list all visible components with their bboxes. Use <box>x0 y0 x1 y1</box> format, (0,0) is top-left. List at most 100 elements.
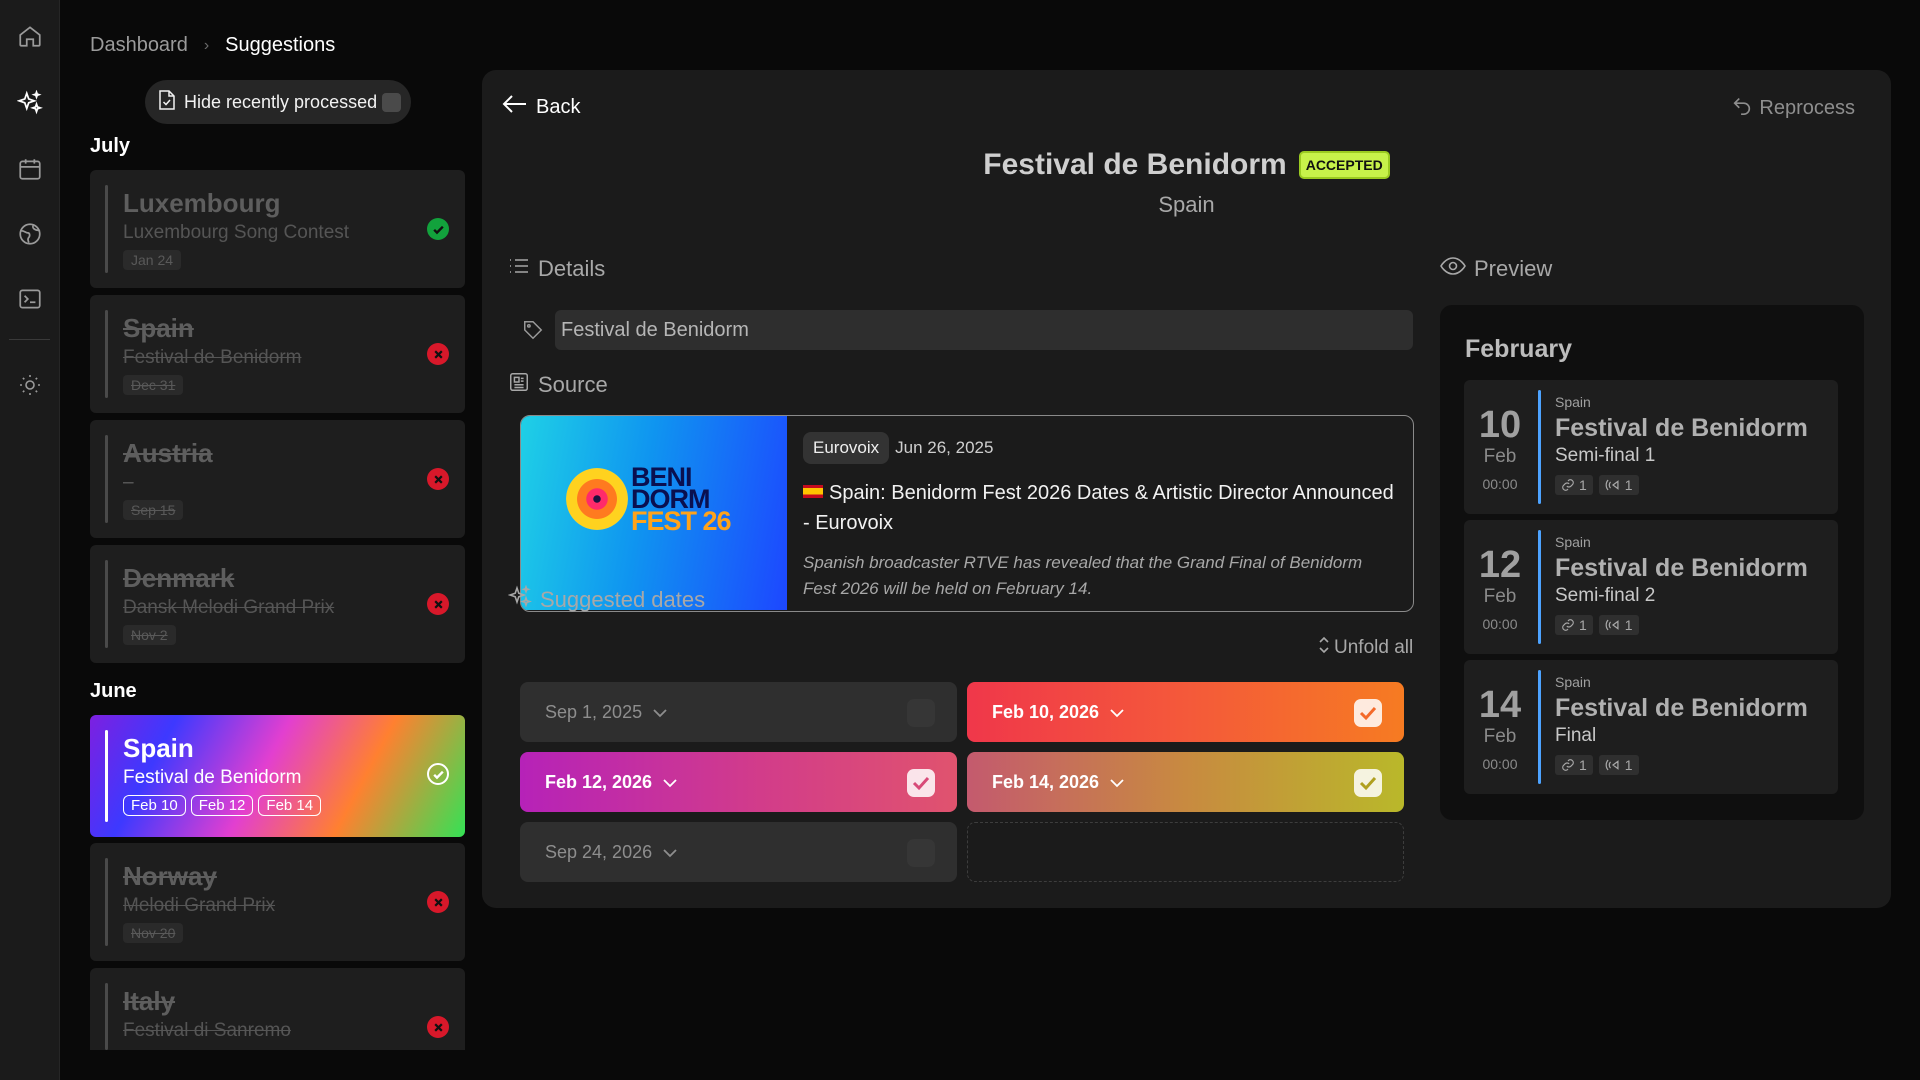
card-country: Spain <box>123 313 194 343</box>
accepted-check-icon <box>427 218 449 240</box>
add-date-placeholder[interactable] <box>967 822 1404 882</box>
card-country: Spain <box>123 733 194 763</box>
card-country: Norway <box>123 861 217 891</box>
document-check-icon <box>158 89 176 115</box>
broadcast-count: 1 <box>1624 477 1633 493</box>
hide-recently-processed-toggle[interactable]: Hide recently processed <box>145 80 411 124</box>
back-button[interactable]: Back <box>502 94 580 120</box>
breadcrumb-dashboard[interactable]: Dashboard <box>90 34 188 57</box>
article-thumbnail: BENI DORM FEST 26 <box>521 416 787 610</box>
benidorm-fest-logo-icon <box>566 468 628 530</box>
rejected-x-icon <box>427 891 449 913</box>
suggestion-card[interactable]: Luxembourg Luxembourg Song Contest Jan 2… <box>90 170 465 288</box>
broadcast-count-chip: 1 <box>1598 615 1639 635</box>
rejected-x-icon <box>427 343 449 365</box>
chevron-down-icon[interactable] <box>1109 772 1125 793</box>
suggested-date-tile[interactable]: Sep 1, 2025 <box>520 682 957 742</box>
unfold-all-button[interactable]: Unfold all <box>1318 636 1413 660</box>
link-count: 1 <box>1579 617 1587 633</box>
event-month: Feb <box>1483 586 1517 607</box>
event-day: 12 <box>1478 544 1522 586</box>
page-title: Festival de Benidorm <box>983 148 1287 181</box>
preview-month-heading: February <box>1465 335 1572 363</box>
event-title: Festival de Benidorm <box>1555 694 1808 722</box>
card-accent-bar <box>105 983 108 1050</box>
card-date-chip: Feb 14 <box>258 795 322 816</box>
link-icon <box>1562 759 1574 771</box>
rejected-x-icon <box>427 1016 449 1038</box>
date-checkbox-checked[interactable] <box>1354 699 1382 727</box>
status-badge: ACCEPTED <box>1298 151 1390 179</box>
broadcast-icon <box>1605 479 1619 491</box>
source-title-text: Spain: Benidorm Fest 2026 Dates & Artist… <box>803 482 1394 534</box>
link-icon <box>1562 479 1574 491</box>
calendar-icon[interactable] <box>14 153 46 185</box>
link-count-chip: 1 <box>1555 615 1593 635</box>
globe-icon[interactable] <box>14 218 46 250</box>
chevron-down-icon[interactable] <box>662 842 678 863</box>
suggestion-card[interactable]: Denmark Dansk Melodi Grand Prix Nov 2 <box>90 545 465 663</box>
suggestion-card[interactable]: Austria – Sep 15 <box>90 420 465 538</box>
suggested-date-label: Feb 12, 2026 <box>545 771 653 792</box>
preview-event-card[interactable]: 10 Feb 00:00 Spain Festival de Benidorm … <box>1464 380 1838 514</box>
event-country: Spain <box>1555 394 1591 410</box>
back-label: Back <box>536 95 581 118</box>
logo-line: FEST 26 <box>631 506 732 536</box>
date-checkbox-checked[interactable] <box>907 769 935 797</box>
terminal-icon[interactable] <box>14 283 46 315</box>
suggestion-card[interactable]: Spain Festival de Benidorm Dec 31 <box>90 295 465 413</box>
hide-recently-processed-checkbox[interactable] <box>382 93 401 112</box>
suggested-date-tile[interactable]: Feb 14, 2026 <box>967 752 1404 812</box>
event-month: Feb <box>1483 446 1517 467</box>
suggestion-card[interactable]: Italy Festival di Sanremo <box>90 968 465 1050</box>
link-icon <box>1562 619 1574 631</box>
suggestion-card[interactable]: Norway Melodi Grand Prix Nov 20 <box>90 843 465 961</box>
suggested-date-tile[interactable]: Feb 12, 2026 <box>520 752 957 812</box>
card-date: Dec 31 <box>123 375 184 395</box>
preview-event-card[interactable]: 14 Feb 00:00 Spain Festival de Benidorm … <box>1464 660 1838 794</box>
card-country: Luxembourg <box>123 188 281 218</box>
breadcrumb: Dashboard › Suggestions <box>90 34 335 57</box>
card-accent-bar <box>105 560 108 648</box>
event-day: 10 <box>1478 404 1522 446</box>
broadcast-icon <box>1605 619 1619 631</box>
chevron-down-icon[interactable] <box>652 702 668 723</box>
date-checkbox-checked[interactable] <box>1354 769 1382 797</box>
preview-event-card[interactable]: 12 Feb 00:00 Spain Festival de Benidorm … <box>1464 520 1838 654</box>
reprocess-button[interactable]: Reprocess <box>1731 94 1855 122</box>
card-date-chip: Feb 12 <box>190 795 254 816</box>
chevron-down-icon[interactable] <box>662 772 678 793</box>
chevron-right-icon: › <box>203 36 210 54</box>
suggested-date-tile[interactable]: Sep 24, 2026 <box>520 822 957 882</box>
spain-flag-icon <box>803 485 823 498</box>
home-icon[interactable] <box>14 20 46 52</box>
date-checkbox[interactable] <box>907 699 935 727</box>
suggested-dates-label: Suggested dates <box>540 587 706 612</box>
suggestion-card-selected[interactable]: Spain Festival de Benidorm Feb 10 Feb 12… <box>90 715 465 837</box>
card-date-chips: Feb 10 Feb 12 Feb 14 <box>123 795 322 816</box>
date-checkbox[interactable] <box>907 839 935 867</box>
event-country: Spain <box>1555 674 1591 690</box>
suggested-date-tile[interactable]: Feb 10, 2026 <box>967 682 1404 742</box>
page-subtitle-country: Spain <box>1158 192 1215 217</box>
event-title: Festival de Benidorm <box>1555 554 1808 582</box>
source-article-card[interactable]: BENI DORM FEST 26 Eurovoix Jun 26, 2025 … <box>520 415 1414 612</box>
chevron-down-icon[interactable] <box>1109 702 1125 723</box>
card-date: Sep 15 <box>123 500 184 520</box>
sparkles-icon[interactable] <box>14 87 46 119</box>
reprocess-label: Reprocess <box>1759 96 1855 119</box>
breadcrumb-current: Suggestions <box>225 34 336 56</box>
event-name-input[interactable]: Festival de Benidorm <box>555 310 1413 350</box>
event-time: 00:00 <box>1482 476 1518 492</box>
sun-icon[interactable] <box>14 369 46 401</box>
event-time: 00:00 <box>1482 616 1518 632</box>
unfold-all-label: Unfold all <box>1334 637 1414 658</box>
suggested-date-label: Feb 10, 2026 <box>992 701 1100 722</box>
link-count: 1 <box>1579 757 1587 773</box>
event-chips: 1 1 <box>1555 615 1639 635</box>
card-date: Nov 2 <box>123 625 176 645</box>
preview-heading: Preview <box>1440 256 1552 282</box>
suggestion-detail-panel: Back Reprocess Festival de Benidorm ACCE… <box>482 70 1891 908</box>
source-title[interactable]: Spain: Benidorm Fest 2026 Dates & Artist… <box>803 478 1398 538</box>
link-count-chip: 1 <box>1555 755 1593 775</box>
